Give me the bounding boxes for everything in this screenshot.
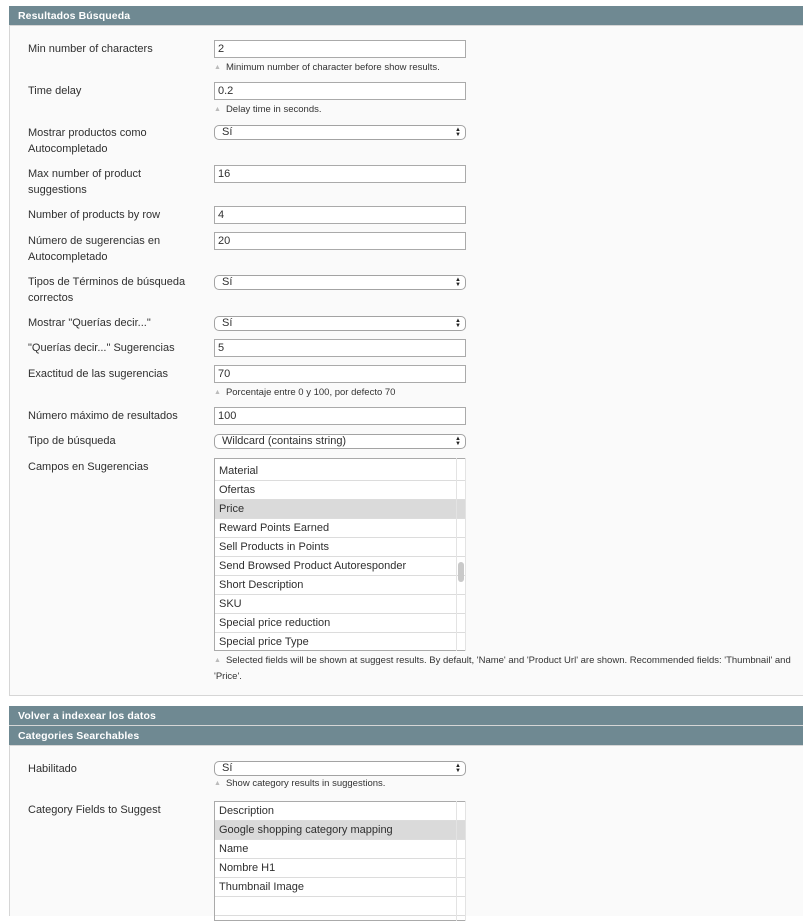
list-option[interactable]: Name (215, 840, 465, 859)
search-type-label: Tipo de búsqueda (28, 435, 116, 447)
correct-terms-select[interactable]: Sí ▲ ▼ (214, 275, 466, 290)
list-option[interactable]: SKU (215, 595, 465, 614)
section-header-categories-searchables[interactable]: Categories Searchables (9, 726, 803, 746)
select-arrows-icon: ▲ ▼ (455, 436, 461, 447)
cat-enabled-note: ▲ Show category results in suggestions. (214, 778, 386, 789)
select-arrows-icon: ▲ ▼ (455, 277, 461, 288)
suggest-fields-label: Campos en Sugerencias (28, 461, 149, 473)
time-delay-label: Time delay (28, 85, 82, 97)
cat-enabled-label: Habilitado (28, 763, 77, 775)
search-type-select[interactable]: Wildcard (contains string) ▲ ▼ (214, 434, 466, 449)
list-option[interactable]: Thumbnail Image (215, 878, 465, 897)
section-header-reindex[interactable]: Volver a indexear los datos (9, 706, 803, 726)
max-results-input[interactable]: 100 (214, 407, 466, 425)
section-title: Resultados Búsqueda (18, 10, 131, 22)
select-arrows-icon: ▲ ▼ (455, 318, 461, 329)
select-arrows-icon: ▲ ▼ (455, 763, 461, 774)
show-products-select[interactable]: Sí ▲ ▼ (214, 125, 466, 140)
time-delay-note: ▲ Delay time in seconds. (214, 104, 322, 115)
did-you-mean-suggestions-input[interactable]: 5 (214, 339, 466, 357)
hint-triangle-icon: ▲ (214, 780, 221, 787)
section-title: Categories Searchables (18, 730, 140, 742)
max-product-suggestions-label: Max number of product suggestions (28, 168, 142, 196)
accuracy-input[interactable]: 70 (214, 365, 466, 383)
hint-triangle-icon: ▲ (214, 64, 221, 71)
list-option[interactable]: Google shopping category mapping (215, 821, 465, 840)
min-chars-label: Min number of characters (28, 43, 153, 55)
suggest-fields-scrollbar[interactable] (456, 458, 466, 651)
num-suggestions-input[interactable]: 20 (214, 232, 466, 250)
list-option[interactable]: Special price reduction (215, 614, 465, 633)
fieldset-categories-searchables: Habilitado Sí ▲ ▼ ▲ Show category results i… (9, 746, 803, 921)
num-suggestions-label: Número de sugerencias en Autocompletado (28, 235, 161, 263)
min-chars-note: ▲ Minimum number of character before show… (214, 62, 440, 73)
hint-triangle-icon: ▲ (214, 106, 221, 113)
hint-triangle-icon: ▲ (214, 657, 221, 664)
cat-fields-multiselect[interactable]: Description Google shopping category mapp… (214, 801, 466, 921)
list-option[interactable]: Price (215, 500, 465, 519)
show-products-label: Mostrar productos como Autocompletado (28, 127, 147, 155)
list-option[interactable]: Sell Products in Points (215, 538, 465, 557)
max-results-label: Número máximo de resultados (28, 410, 178, 422)
time-delay-input[interactable]: 0.2 (214, 82, 466, 100)
suggest-fields-multiselect[interactable]: Material Ofertas Price Reward Points Earned… (214, 458, 466, 651)
did-you-mean-suggestions-label: "Querías decir..." Sugerencias (28, 342, 175, 354)
list-option[interactable]: Reward Points Earned (215, 519, 465, 538)
list-option[interactable]: Short Description (215, 576, 465, 595)
list-option[interactable]: Ofertas (215, 481, 465, 500)
fieldset-resultados-busqueda: Min number of characters 2 ▲ Minimum numb… (9, 26, 803, 696)
show-did-you-mean-label: Mostrar "Querías decir..." (28, 317, 151, 329)
show-did-you-mean-select[interactable]: Sí ▲ ▼ (214, 316, 466, 331)
list-option[interactable]: Send Browsed Product Autoresponder (215, 557, 465, 576)
products-by-row-input[interactable]: 4 (214, 206, 466, 224)
products-by-row-label: Number of products by row (28, 209, 161, 221)
correct-terms-label: Tipos de Términos de búsqueda correctos (28, 276, 186, 304)
list-option[interactable]: Description (215, 802, 465, 821)
max-product-suggestions-input[interactable]: 16 (214, 165, 466, 183)
cat-enabled-select[interactable]: Sí ▲ ▼ (214, 761, 466, 776)
cat-fields-scrollbar[interactable] (456, 801, 466, 921)
suggest-fields-note: ▲ Selected fields will be shown at sugges… (214, 655, 791, 682)
section-header-resultados-busqueda[interactable]: Resultados Búsqueda (9, 6, 803, 26)
list-option[interactable]: Special price Type (215, 633, 465, 650)
accuracy-note: ▲ Porcentaje entre 0 y 100, por defecto 7… (214, 387, 396, 398)
accuracy-label: Exactitud de las sugerencias (28, 368, 169, 380)
section-title: Volver a indexear los datos (18, 710, 156, 722)
scrollbar-thumb[interactable] (458, 562, 464, 582)
list-option[interactable] (215, 897, 465, 916)
min-chars-input[interactable]: 2 (214, 40, 466, 58)
cat-fields-label: Category Fields to Suggest (28, 804, 161, 816)
select-arrows-icon: ▲ ▼ (455, 127, 461, 138)
list-option[interactable]: Material (215, 462, 465, 481)
hint-triangle-icon: ▲ (214, 389, 221, 396)
list-option[interactable]: Nombre H1 (215, 859, 465, 878)
